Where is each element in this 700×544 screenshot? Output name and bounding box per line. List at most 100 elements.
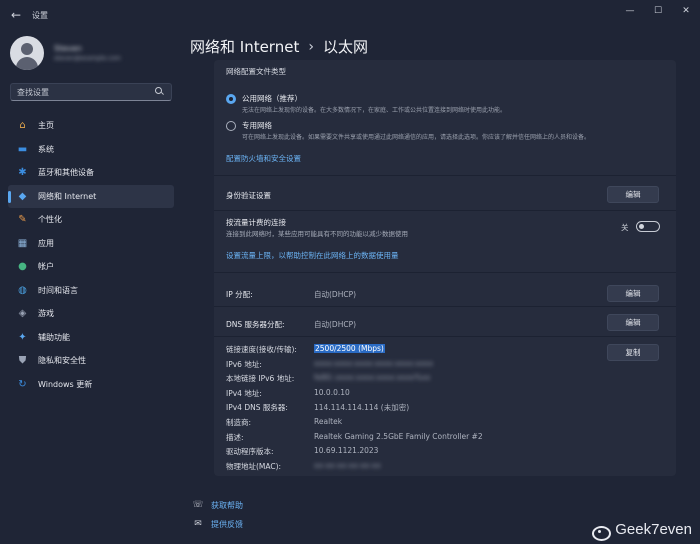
- wifi-icon: ◆: [18, 190, 27, 202]
- data-limit-link[interactable]: 设置流量上限，以帮助控制在此网络上的数据使用量: [226, 250, 399, 261]
- profile-text: Steven steven@example.com: [54, 44, 121, 62]
- sidebar-item-label: 主页: [38, 121, 54, 131]
- app-title: 设置: [32, 10, 48, 20]
- public-network-desc: 无法在网络上发现你的设备。在大多数情况下，在家庭、工作或公共位置连接到网络时使用…: [242, 107, 507, 114]
- property-key: 驱动程序版本:: [226, 447, 274, 457]
- firewall-settings-link[interactable]: 配置防火墙和安全设置: [226, 153, 301, 164]
- property-value: fe80::xxxx:xxxx:xxxx:xxxx%xx: [314, 373, 431, 383]
- property-value: Realtek: [314, 417, 343, 426]
- window-controls: — ☐ ✕: [616, 0, 700, 22]
- ip-assignment-label: IP 分配:: [226, 290, 253, 299]
- sidebar-item-account[interactable]: ● 帐户: [8, 255, 174, 279]
- update-icon: ↻: [18, 378, 27, 390]
- sidebar-item-apps[interactable]: ▦ 应用: [8, 232, 174, 256]
- divider: [214, 336, 676, 337]
- settings-window: ← 设置 — ☐ ✕ Steven steven@example.com ⌂ 主页…: [0, 0, 700, 544]
- profile-email: steven@example.com: [54, 55, 121, 62]
- dns-edit-button[interactable]: 编辑: [607, 314, 659, 331]
- sidebar-item-label: 辅助功能: [38, 332, 70, 342]
- user-profile[interactable]: Steven steven@example.com: [10, 36, 121, 70]
- sidebar: Steven steven@example.com ⌂ 主页 ▬ 系统 ✱ 蓝牙和其他设备…: [0, 30, 180, 544]
- sidebar-item-globe[interactable]: ◍ 时间和语言: [8, 279, 174, 303]
- sidebar-item-brush[interactable]: ✎ 个性化: [8, 208, 174, 232]
- get-help-link[interactable]: ☏ 获取帮助: [192, 499, 243, 511]
- sidebar-item-label: 网络和 Internet: [38, 191, 97, 201]
- account-icon: ●: [18, 261, 27, 273]
- feedback-label: 提供反馈: [211, 519, 243, 529]
- sidebar-item-label: 个性化: [38, 215, 62, 225]
- search-icon[interactable]: [155, 87, 165, 97]
- watermark-text: Geek7even: [615, 521, 692, 538]
- sidebar-item-label: 应用: [38, 238, 54, 248]
- auth-edit-button[interactable]: 编辑: [607, 186, 659, 203]
- public-network-title: 公用网络（推荐）: [242, 94, 302, 103]
- sidebar-item-shield[interactable]: ⛊ 隐私和安全性: [8, 349, 174, 373]
- sidebar-item-wifi[interactable]: ◆ 网络和 Internet: [8, 184, 174, 208]
- property-value: 2500/2500 (Mbps): [314, 344, 385, 353]
- search-input[interactable]: [17, 87, 155, 97]
- shield-icon: ⛊: [18, 355, 27, 367]
- divider: [214, 306, 676, 307]
- divider: [214, 272, 676, 273]
- property-key: 制造商:: [226, 418, 252, 427]
- profile-type-heading: 网络配置文件类型: [226, 67, 286, 76]
- sidebar-item-label: 系统: [38, 144, 54, 154]
- help-icon: ☏: [192, 500, 204, 510]
- sidebar-item-bluetooth[interactable]: ✱ 蓝牙和其他设备: [8, 161, 174, 185]
- divider: [214, 175, 676, 176]
- sidebar-item-home[interactable]: ⌂ 主页: [8, 114, 174, 138]
- watermark: Geek7even: [591, 521, 692, 541]
- avatar-head: [21, 43, 33, 55]
- property-key: IPv4 DNS 服务器:: [226, 403, 288, 413]
- apps-icon: ▦: [17, 237, 28, 249]
- metered-connection-desc: 连接到此网络时，某些应用可能具有不同的功能以减少数据使用: [226, 230, 408, 238]
- maximize-icon[interactable]: ☐: [644, 0, 672, 22]
- sidebar-item-gamepad[interactable]: ◈ 游戏: [8, 302, 174, 326]
- gamepad-icon: ◈: [18, 308, 27, 320]
- brush-icon: ✎: [18, 214, 27, 226]
- sidebar-item-update[interactable]: ↻ Windows 更新: [8, 373, 174, 397]
- bluetooth-icon: ✱: [18, 167, 27, 179]
- sidebar-item-accessibility[interactable]: ✦ 辅助功能: [8, 326, 174, 350]
- profile-name: Steven: [54, 44, 82, 53]
- minimize-icon[interactable]: —: [616, 0, 644, 22]
- avatar-body: [16, 57, 38, 70]
- divider: [214, 210, 676, 211]
- property-key: 描述:: [226, 432, 244, 442]
- close-icon[interactable]: ✕: [672, 0, 700, 22]
- property-key: 物理地址(MAC):: [226, 461, 282, 471]
- breadcrumb: 网络和 Internet › 以太网: [190, 36, 368, 57]
- property-key: 链接速度(接收/传输):: [226, 345, 297, 354]
- sidebar-item-system[interactable]: ▬ 系统: [8, 138, 174, 162]
- property-key: IPv4 地址:: [226, 388, 262, 398]
- ip-assignment-value: 自动(DHCP): [314, 290, 357, 299]
- dns-assignment-value: 自动(DHCP): [314, 320, 357, 329]
- sidebar-item-label: 帐户: [38, 262, 54, 272]
- home-icon: ⌂: [19, 120, 26, 132]
- back-arrow-icon[interactable]: ←: [4, 3, 28, 27]
- property-value: 10.0.0.10: [314, 387, 350, 397]
- sidebar-item-label: Windows 更新: [38, 379, 93, 389]
- feedback-link[interactable]: ✉ 提供反馈: [192, 518, 243, 530]
- property-key: 本地链接 IPv6 地址:: [226, 374, 295, 384]
- system-icon: ▬: [17, 143, 28, 155]
- accessibility-icon: ✦: [18, 331, 27, 343]
- sidebar-item-label: 时间和语言: [38, 285, 78, 295]
- property-value: xx-xx-xx-xx-xx-xx: [314, 460, 381, 470]
- ip-edit-button[interactable]: 编辑: [607, 285, 659, 302]
- globe-icon: ◍: [18, 284, 27, 296]
- copy-button[interactable]: 复制: [607, 344, 659, 361]
- search-box: [10, 83, 172, 101]
- metered-toggle[interactable]: [636, 221, 660, 232]
- feedback-icon: ✉: [194, 519, 202, 529]
- sidebar-item-label: 游戏: [38, 309, 54, 319]
- private-network-radio[interactable]: [226, 121, 236, 131]
- dns-assignment-label: DNS 服务器分配:: [226, 320, 285, 329]
- get-help-label: 获取帮助: [211, 500, 243, 510]
- metered-connection-label: 按流量计费的连接: [226, 218, 286, 227]
- property-key: IPv6 地址:: [226, 359, 262, 369]
- breadcrumb-parent[interactable]: 网络和 Internet: [190, 36, 299, 57]
- weibo-icon: [591, 522, 612, 541]
- public-network-radio[interactable]: [226, 94, 236, 104]
- chevron-right-icon: ›: [308, 38, 314, 55]
